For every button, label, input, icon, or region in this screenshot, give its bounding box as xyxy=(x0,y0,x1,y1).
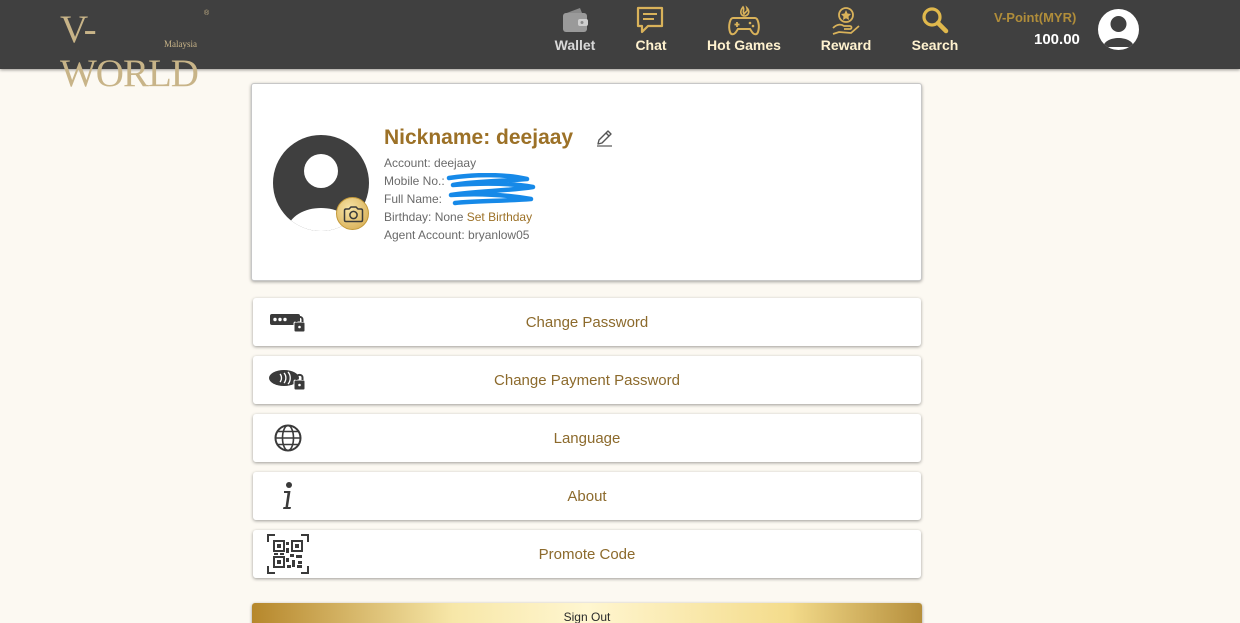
reward-icon xyxy=(832,7,860,35)
menu-change-payment-password-label: Change Payment Password xyxy=(494,372,680,389)
nav-chat[interactable]: Chat xyxy=(627,0,675,69)
menu-about-label: About xyxy=(567,488,607,505)
sign-out-button[interactable]: Sign Out xyxy=(252,603,922,623)
logo-subtext: Malaysia xyxy=(164,39,197,49)
camera-icon xyxy=(343,206,364,223)
menu-language[interactable]: Language xyxy=(253,414,921,462)
top-navigation-bar: V-WORLD ® Malaysia Wallet Chat Hot Games… xyxy=(0,0,1240,95)
logo-text: V-WORLD xyxy=(60,8,199,95)
menu-about[interactable]: About xyxy=(253,472,921,520)
profile-card: Nickname: deejaay Account: deejaay Mobil… xyxy=(251,83,922,281)
sign-out-label: Sign Out xyxy=(563,610,611,623)
gamepad-icon xyxy=(728,5,760,36)
menu-change-password[interactable]: Change Password xyxy=(253,298,921,346)
logo-registered-mark: ® xyxy=(204,10,210,17)
nav-hot-games[interactable]: Hot Games xyxy=(703,0,785,69)
edit-nickname-icon[interactable] xyxy=(594,128,614,148)
user-avatar-icon xyxy=(1103,16,1134,47)
nav-wallet[interactable]: Wallet xyxy=(545,0,605,69)
search-icon xyxy=(922,7,949,34)
nav-search[interactable]: Search xyxy=(907,0,963,69)
nav-wallet-label: Wallet xyxy=(554,37,596,53)
nav-search-label: Search xyxy=(911,37,959,53)
nav-hot-games-label: Hot Games xyxy=(707,37,781,53)
chat-icon xyxy=(636,6,664,34)
wallet-icon xyxy=(563,8,588,32)
mobile-info: Mobile No.: xyxy=(384,174,445,188)
menu-change-password-label: Change Password xyxy=(525,314,649,331)
nav-chat-label: Chat xyxy=(635,37,667,53)
menu-promote-code[interactable]: Promote Code xyxy=(253,530,921,578)
menu-change-payment-password[interactable]: Change Payment Password xyxy=(253,356,921,404)
set-birthday-link[interactable]: Set Birthday xyxy=(467,210,532,224)
account-info: Account: deejaay xyxy=(384,156,477,170)
nav-reward-label: Reward xyxy=(820,37,872,53)
menu-promote-code-label: Promote Code xyxy=(538,546,636,563)
redaction-scribble xyxy=(446,173,536,206)
vpoint-label: V-Point(MYR) xyxy=(994,10,1077,25)
nickname: Nickname: deejaay xyxy=(384,126,574,149)
fullname-info: Full Name: xyxy=(384,192,443,206)
vpoint-balance: 100.00 xyxy=(1034,31,1080,48)
user-avatar-button[interactable] xyxy=(1098,9,1139,50)
change-avatar-button[interactable] xyxy=(336,197,369,230)
nav-reward[interactable]: Reward xyxy=(817,0,875,69)
menu-language-label: Language xyxy=(553,430,621,447)
birthday-value: Birthday: None xyxy=(384,210,464,224)
birthday-info: Birthday: None Set Birthday xyxy=(384,210,532,224)
v-world-logo[interactable]: V-WORLD ® Malaysia xyxy=(60,8,215,95)
agent-account-info: Agent Account: bryanlow05 xyxy=(384,228,530,242)
